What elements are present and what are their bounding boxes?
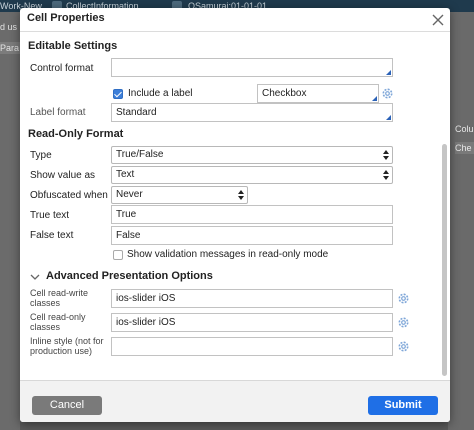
select-arrows-icon [383, 170, 389, 180]
label-format-label: Label format [30, 107, 86, 118]
select-arrows-icon [383, 150, 389, 160]
obfuscated-when-select[interactable]: Never [111, 186, 248, 204]
dialog-footer: Cancel Submit [20, 380, 450, 422]
show-validation-checkbox[interactable] [113, 250, 123, 260]
advanced-presentation-heading[interactable]: Advanced Presentation Options [46, 270, 213, 282]
background-right-panel [448, 12, 474, 430]
false-text-field[interactable]: False [111, 226, 393, 245]
submit-button[interactable]: Submit [368, 396, 438, 415]
label-settings-gear-icon[interactable] [381, 87, 394, 100]
background-right-text-1: Colu [455, 124, 474, 134]
background-left-text-2: Para [0, 42, 20, 54]
read-only-classes-gear-icon[interactable] [397, 316, 410, 329]
select-arrows-icon [238, 190, 244, 200]
chevron-down-icon[interactable] [30, 272, 40, 282]
type-select-value: True/False [116, 149, 164, 160]
inline-style-field[interactable] [111, 337, 393, 356]
inline-style-label: Inline style (not for production use) [30, 336, 104, 356]
cell-read-write-classes-field[interactable]: ios-slider iOS [111, 289, 393, 308]
obfuscated-when-label: Obfuscated when [30, 190, 108, 201]
cell-read-write-classes-label: Cell read-write classes [30, 288, 89, 308]
include-label-text: Include a label [128, 88, 193, 99]
label-format-field[interactable]: Standard [111, 103, 393, 122]
show-value-as-label: Show value as [30, 170, 96, 181]
cell-read-only-classes-label: Cell read-only classes [30, 312, 86, 332]
inline-style-gear-icon[interactable] [397, 340, 410, 353]
cell-properties-dialog: Cell Properties Editable Settings Contro… [20, 8, 450, 422]
dialog-scrollbar[interactable] [442, 32, 448, 380]
background-right-text-2: Che [455, 142, 474, 154]
dialog-title: Cell Properties [27, 12, 105, 24]
cancel-button[interactable]: Cancel [32, 396, 102, 415]
editable-settings-heading: Editable Settings [28, 40, 118, 52]
show-value-as-value: Text [116, 169, 135, 180]
read-write-classes-gear-icon[interactable] [397, 292, 410, 305]
show-value-as-select[interactable]: Text [111, 166, 393, 184]
type-select[interactable]: True/False [111, 146, 393, 164]
include-label-checkbox[interactable] [113, 89, 123, 99]
read-only-format-heading: Read-Only Format [28, 128, 124, 140]
control-format-label: Control format [30, 63, 94, 74]
control-format-field[interactable] [111, 58, 393, 77]
obfuscated-when-value: Never [116, 189, 143, 200]
false-text-label: False text [30, 230, 74, 241]
cell-read-only-classes-field[interactable]: ios-slider iOS [111, 313, 393, 332]
dialog-body[interactable]: Editable Settings Control format Include… [20, 32, 450, 380]
type-label: Type [30, 150, 52, 161]
label-text-field[interactable]: Checkbox [257, 84, 379, 103]
show-validation-text: Show validation messages in read-only mo… [127, 249, 329, 260]
true-text-label: True text [30, 210, 70, 221]
true-text-field[interactable]: True [111, 205, 393, 224]
dialog-scrollbar-thumb[interactable] [442, 144, 447, 376]
background-left-panel [0, 12, 20, 430]
dialog-header: Cell Properties [20, 8, 450, 32]
background-left-text-1: d us [0, 22, 18, 32]
close-icon[interactable] [432, 14, 444, 26]
